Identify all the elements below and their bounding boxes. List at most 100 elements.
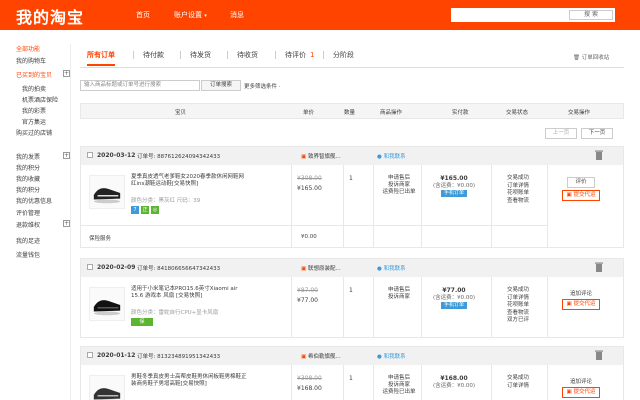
item-op-link[interactable]: 投诉商家 <box>379 182 419 189</box>
add-review-link[interactable]: 追加评论 <box>558 377 604 385</box>
recycle-bin-link[interactable]: 🗑 订单回收站 <box>573 53 609 61</box>
quantity: 1 <box>349 175 353 182</box>
paid-amount: ¥168.00 <box>440 375 468 382</box>
product-thumbnail[interactable] <box>89 375 125 400</box>
status-link[interactable]: 双方已评 <box>493 317 543 325</box>
order-checkbox[interactable] <box>87 152 93 158</box>
original-price: ¥308.00 <box>297 375 322 382</box>
delete-order-icon[interactable] <box>595 262 603 272</box>
tab-separator <box>323 51 324 59</box>
product-attributes: 颜色分类：黑灰红 尺码：39 <box>131 198 201 204</box>
column-divider <box>373 165 374 247</box>
sidebar-item[interactable]: 流量钱包 <box>16 250 40 259</box>
contact-seller-button[interactable]: ● 和我联系 <box>377 352 406 360</box>
product-thumbnail[interactable] <box>89 175 125 209</box>
product-thumbnail[interactable] <box>89 287 125 321</box>
submit-shipping-button[interactable]: ▣ 提交代运 <box>562 387 600 398</box>
product-attributes: 颜色分类：雷蛇自行CPU+显卡风扇 <box>131 310 219 316</box>
order-date: 2020-02-09 <box>97 264 136 271</box>
contact-seller-button[interactable]: ● 和我联系 <box>377 264 406 272</box>
sidebar-item[interactable]: 官方集运 <box>22 117 46 126</box>
review-button[interactable]: 评价 <box>567 177 595 188</box>
shop-link[interactable]: ▣ 联想原装配... <box>301 264 341 272</box>
item-op-link[interactable]: 申请售后 <box>379 175 419 182</box>
expand-icon[interactable]: + <box>63 152 70 159</box>
item-op-link[interactable]: 投诉商家 <box>379 294 419 301</box>
submit-shipping-button[interactable]: ▣ 提交代运 <box>562 190 600 201</box>
sidebar-item[interactable]: 机票酒店保险 <box>22 95 58 104</box>
next-page-button[interactable]: 下一页 <box>581 128 613 139</box>
tab-separator <box>180 51 181 59</box>
original-price: ¥308.00 <box>297 175 322 182</box>
search-input[interactable]: 搜 索 <box>451 8 615 22</box>
expand-icon[interactable]: + <box>63 220 70 227</box>
status-link: 交易成功 <box>506 287 529 293</box>
add-review-link[interactable]: 追加评论 <box>558 289 604 297</box>
expand-icon[interactable]: + <box>63 70 70 77</box>
order-checkbox[interactable] <box>87 264 93 270</box>
status-link[interactable]: 花呗账单 <box>493 302 543 310</box>
sidebar-item[interactable]: 全部功能 <box>16 44 40 53</box>
tab-item[interactable]: 所有订单 <box>87 50 115 66</box>
status-link[interactable]: 查看物流 <box>493 198 543 206</box>
item-op-link[interactable]: 投诉商家 <box>379 382 419 389</box>
nav-home[interactable]: 首页 <box>136 10 150 20</box>
sidebar-item[interactable]: 退款维权 <box>16 220 40 229</box>
delete-order-icon[interactable] <box>595 150 603 160</box>
tab-item[interactable]: 待发货 <box>190 50 211 60</box>
shipping-note: (含运费：¥0.00) <box>432 383 476 389</box>
sidebar-item[interactable]: 我的收藏 <box>16 174 40 183</box>
unit-price: ¥165.00 <box>297 185 322 192</box>
shield-icon: ◎ <box>151 206 159 214</box>
shop-link[interactable]: ▣ 希伯勒旗舰... <box>301 352 341 360</box>
paid-amount: ¥165.00 <box>440 175 468 182</box>
status-link[interactable]: 订单详情 <box>493 295 543 303</box>
sidebar-item[interactable]: 已买到的宝贝 <box>16 70 52 79</box>
sidebar-item[interactable]: 我的足迹 <box>16 236 40 245</box>
item-op-link[interactable]: 运费险已出单 <box>379 389 419 396</box>
guarantee-badge-icon: 保 <box>131 318 153 326</box>
sidebar-item[interactable]: 我的购物车 <box>16 56 46 65</box>
item-op-link[interactable]: 申请售后 <box>379 287 419 294</box>
mobile-order-badge: 手机订单 <box>440 190 467 197</box>
sidebar-item[interactable]: 我的拍卖 <box>22 84 46 93</box>
brand-logo[interactable]: 我的淘宝 <box>16 4 84 28</box>
item-op-link[interactable]: 申请售后 <box>379 375 419 382</box>
nav-account-settings[interactable]: 账户设置 ▾ <box>174 10 207 20</box>
item-op-link[interactable]: 运费险已出单 <box>379 189 419 196</box>
product-title-link[interactable]: 适用于小米笔记本PRO15.6英寸Xiaomi air 15.6 游戏本 风扇 … <box>131 286 247 300</box>
sidebar-item[interactable]: 我的积分 <box>16 163 40 172</box>
shipping-note: (含运费：¥0.00) <box>432 183 476 189</box>
tab-item[interactable]: 分阶段 <box>333 50 354 60</box>
sidebar-item[interactable]: 我的彩票 <box>22 106 46 115</box>
tab-item[interactable]: 待评价 1 <box>285 50 314 60</box>
prev-page-button[interactable]: 上一页 <box>545 128 577 139</box>
sidebar-item[interactable]: 我的积分 <box>16 185 40 194</box>
delete-order-icon[interactable] <box>595 350 603 360</box>
status-link[interactable]: 查看物流 <box>493 310 543 318</box>
sidebar-item[interactable]: 我的发票 <box>16 152 40 161</box>
status-link[interactable]: 订单详情 <box>493 183 543 191</box>
status-link[interactable]: 订单详情 <box>493 383 543 391</box>
nav-messages[interactable]: 消息 <box>230 10 244 20</box>
order-checkbox[interactable] <box>87 352 93 358</box>
col-actions: 交易操作 <box>568 110 591 116</box>
more-filters-link[interactable]: 更多筛选条件 · <box>244 82 281 90</box>
authentic-icon: 正 <box>141 206 149 214</box>
tab-item[interactable]: 待收货 <box>237 50 258 60</box>
product-title-link[interactable]: 夏季真皮透气老爹鞋女2020春季款休闲网鞋网红ins潮鞋运动鞋[交易快照] <box>131 174 247 188</box>
tab-item[interactable]: 待付款 <box>143 50 164 60</box>
search-button[interactable]: 搜 索 <box>569 10 613 20</box>
order-date: 2020-01-12 <box>97 352 136 359</box>
contact-seller-button[interactable]: ● 和我联系 <box>377 152 406 160</box>
sidebar-item[interactable]: 购买过的店铺 <box>16 128 52 137</box>
shop-link[interactable]: ▣ 致界智旗舰... <box>301 152 341 160</box>
sidebar-item[interactable]: 我的优惠信息 <box>16 196 52 205</box>
order-search-button[interactable]: 订单搜索 <box>201 80 241 91</box>
product-title-link[interactable]: 男鞋冬季真皮男士高帮皮鞋男休闲板鞋男棉鞋正装商务鞋子男增高鞋[交易快照] <box>131 374 247 388</box>
sidebar-item[interactable]: 评价管理 <box>16 208 40 217</box>
order-search-input[interactable]: 输入商品标题或订单号进行搜索 <box>80 80 200 91</box>
submit-shipping-button[interactable]: ▣ 提交代运 <box>562 299 600 310</box>
col-quantity: 数量 <box>344 110 356 116</box>
status-link[interactable]: 花呗账单 <box>493 190 543 198</box>
